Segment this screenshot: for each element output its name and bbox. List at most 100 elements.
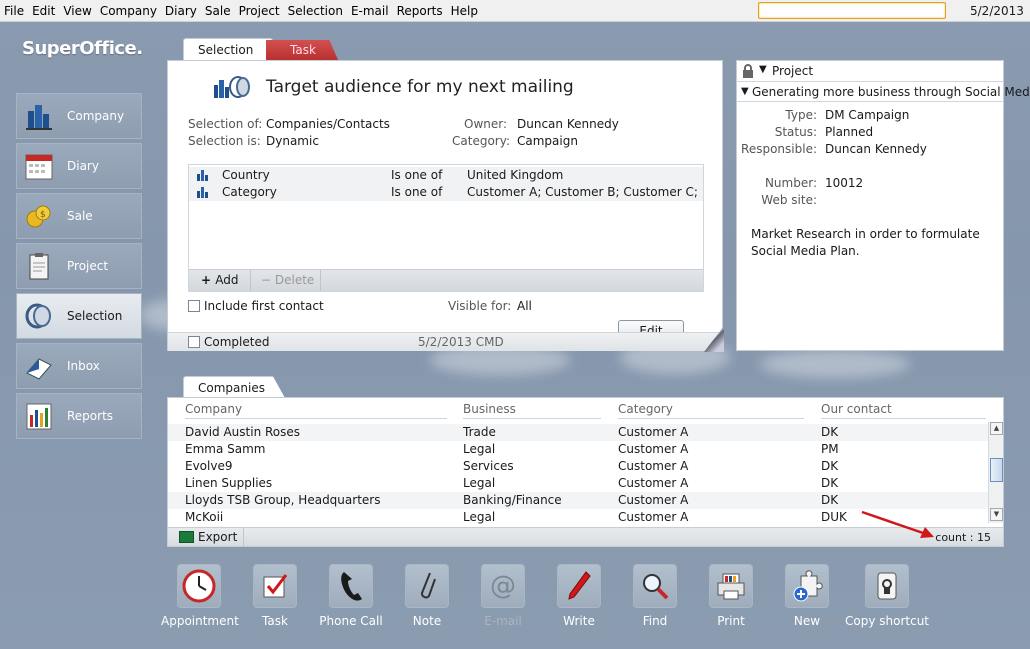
- scroll-down-icon[interactable]: ▼: [990, 508, 1003, 521]
- sidebar-item-company[interactable]: Company: [16, 93, 142, 139]
- selection-footer: Completed 5/2/2013 CMD: [168, 332, 722, 351]
- column-header-our-contact[interactable]: Our contact: [821, 402, 986, 419]
- selection-is-label: Selection is:: [188, 134, 261, 148]
- cell-company: David Austin Roses: [185, 425, 301, 439]
- cell-company: Linen Supplies: [185, 476, 273, 490]
- cell-category: Customer A: [618, 476, 689, 490]
- excel-icon: [179, 531, 194, 543]
- owner-value: Duncan Kennedy: [517, 117, 619, 131]
- category-value: Campaign: [517, 134, 578, 148]
- cell-category: Customer A: [618, 459, 689, 473]
- sidebar-item-reports[interactable]: Reports: [16, 393, 142, 439]
- sale-icon: $: [23, 200, 55, 232]
- copy-shortcut-button[interactable]: Copy shortcut: [845, 564, 929, 628]
- export-button[interactable]: Export: [168, 528, 244, 547]
- completed-checkbox[interactable]: [188, 336, 200, 348]
- menu-reports[interactable]: Reports: [393, 0, 447, 22]
- lock-icon[interactable]: [741, 64, 755, 78]
- plus-icon: +: [201, 273, 216, 287]
- menu-email[interactable]: E-mail: [347, 0, 393, 22]
- menu-edit[interactable]: Edit: [28, 0, 59, 22]
- cell-company: Lloyds TSB Group, Headquarters: [185, 493, 381, 507]
- include-first-contact-label: Include first contact: [204, 299, 324, 313]
- tab-selection[interactable]: Selection: [183, 38, 273, 60]
- email-button[interactable]: @ E-mail: [465, 564, 541, 628]
- appointment-button[interactable]: Appointment: [161, 564, 239, 628]
- tab-task[interactable]: Task: [266, 40, 338, 60]
- table-row[interactable]: Evolve9 Services Customer A DK: [168, 458, 988, 475]
- sidebar-item-selection[interactable]: Selection: [16, 293, 142, 339]
- menu-file[interactable]: File: [0, 0, 28, 22]
- sidebar-item-diary[interactable]: Diary: [16, 143, 142, 189]
- sidebar-item-label: Sale: [67, 209, 93, 223]
- sidebar-item-inbox[interactable]: Inbox: [16, 343, 142, 389]
- cell-our-contact: DK: [821, 493, 839, 507]
- menu-diary[interactable]: Diary: [161, 0, 201, 22]
- column-header-business[interactable]: Business: [463, 402, 601, 419]
- menu-help[interactable]: Help: [447, 0, 482, 22]
- criteria-operator: Is one of: [391, 168, 443, 182]
- table-row[interactable]: Linen Supplies Legal Customer A DK: [168, 475, 988, 492]
- new-button[interactable]: New: [769, 564, 845, 628]
- chevron-down-icon: ▼: [741, 86, 749, 97]
- column-header-company[interactable]: Company: [185, 402, 447, 419]
- record-count: count : 15: [935, 531, 991, 544]
- clock-icon: [177, 564, 221, 608]
- table-row[interactable]: David Austin Roses Trade Customer A DK: [168, 424, 988, 441]
- scroll-up-icon[interactable]: ▲: [990, 422, 1003, 435]
- column-header-category[interactable]: Category: [618, 402, 804, 419]
- project-status-value: Planned: [825, 125, 874, 139]
- tab-companies[interactable]: Companies: [183, 376, 285, 398]
- search-input[interactable]: [758, 2, 946, 19]
- include-first-contact-checkbox[interactable]: [188, 300, 200, 312]
- print-button[interactable]: Print: [693, 564, 769, 628]
- scroll-thumb[interactable]: [990, 458, 1003, 482]
- criteria-row[interactable]: Category Is one of Customer A; Customer …: [189, 184, 703, 201]
- selection-icon: [23, 300, 55, 332]
- table-row[interactable]: Emma Samm Legal Customer A PM: [168, 441, 988, 458]
- cell-company: McKoii: [185, 510, 224, 524]
- company-icon: [23, 100, 55, 132]
- cell-business: Trade: [463, 425, 496, 439]
- sidebar-item-project[interactable]: Project: [16, 243, 142, 289]
- app-logo: SuperOffice.: [22, 38, 143, 59]
- project-number-label: Number:: [764, 176, 817, 190]
- inbox-icon: [23, 350, 55, 382]
- menu-view[interactable]: View: [59, 0, 95, 22]
- criteria-field: Country: [222, 168, 270, 182]
- vertical-scrollbar[interactable]: ▲ ▼: [988, 422, 1003, 523]
- cell-business: Services: [463, 459, 514, 473]
- menu-selection[interactable]: Selection: [284, 0, 347, 22]
- delete-criteria-button[interactable]: − Delete: [251, 270, 321, 291]
- chevron-down-icon[interactable]: ▼: [759, 64, 767, 75]
- cell-category: Customer A: [618, 510, 689, 524]
- write-button[interactable]: Write: [541, 564, 617, 628]
- table-row[interactable]: Lloyds TSB Group, Headquarters Banking/F…: [168, 492, 988, 509]
- project-header-label[interactable]: Project: [772, 64, 813, 78]
- criteria-value: United Kingdom: [467, 168, 564, 182]
- task-button[interactable]: Task: [237, 564, 313, 628]
- project-type-label: Type:: [785, 108, 817, 122]
- add-criteria-button[interactable]: + Add: [189, 270, 251, 291]
- find-button[interactable]: Find: [617, 564, 693, 628]
- criteria-operator: Is one of: [391, 185, 443, 199]
- sidebar-item-label: Diary: [67, 159, 99, 173]
- svg-text:$: $: [40, 210, 46, 220]
- visible-for-value[interactable]: All: [517, 299, 532, 313]
- cell-our-contact: DK: [821, 425, 839, 439]
- cell-category: Customer A: [618, 442, 689, 456]
- sidebar-item-label: Company: [67, 109, 125, 123]
- menu-project[interactable]: Project: [235, 0, 284, 22]
- sidebar-item-sale[interactable]: $ Sale: [16, 193, 142, 239]
- project-name-row[interactable]: ▼ Generating more business through Socia…: [737, 83, 1030, 102]
- note-button[interactable]: Note: [389, 564, 465, 628]
- puzzle-add-icon: [785, 564, 829, 608]
- menu-company[interactable]: Company: [96, 0, 161, 22]
- project-header: ▼ Project: [737, 61, 1003, 82]
- menu-sale[interactable]: Sale: [201, 0, 235, 22]
- criteria-row[interactable]: Country Is one of United Kingdom: [189, 167, 703, 184]
- selection-panel: Target audience for my next mailing Sele…: [167, 60, 723, 351]
- cell-our-contact: DK: [821, 459, 839, 473]
- project-responsible-label: Responsible:: [741, 142, 817, 156]
- phone-call-button[interactable]: Phone Call: [313, 564, 389, 628]
